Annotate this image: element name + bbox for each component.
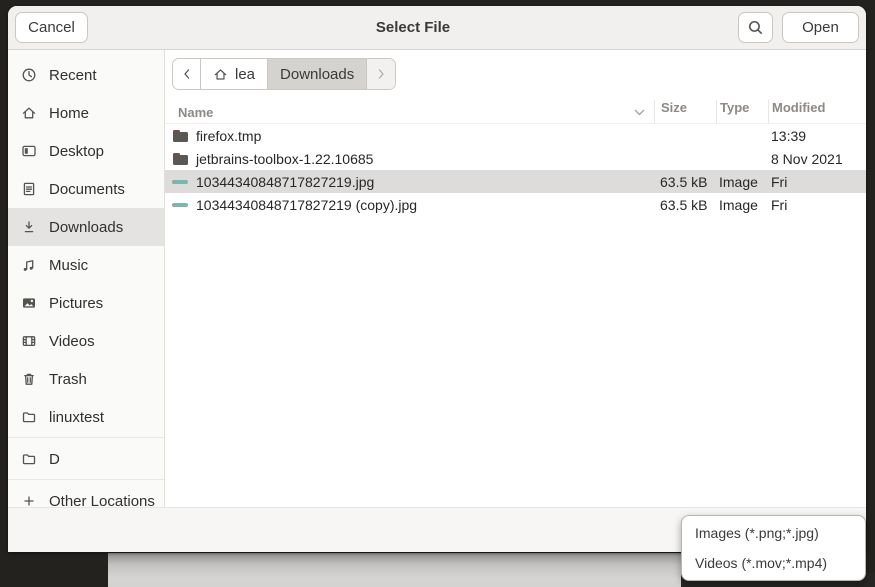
table-row[interactable]: jetbrains-toolbox-1.22.10685 8 Nov 2021 [165,147,866,170]
filter-option-images[interactable]: Images (*.png;*.jpg) [682,518,865,548]
file-size: 63.5 kB [654,197,716,213]
path-bar: lea Downloads [172,58,396,90]
sidebar-item-label: linuxtest [49,409,104,426]
places-sidebar: Recent Home Desktop [8,50,165,507]
document-icon [21,181,37,197]
home-icon [21,105,37,121]
breadcrumb-home-label: lea [235,66,255,83]
sidebar-item-label: D [49,451,60,468]
plus-icon [21,493,37,507]
file-name: 10344340848717827219.jpg [196,174,374,190]
sidebar-separator [8,479,164,480]
file-modified: Fri [768,197,866,213]
image-thumbnail-icon [172,175,189,189]
sidebar-item-linuxtest[interactable]: linuxtest [8,398,164,436]
file-area: lea Downloads Name [165,50,866,507]
open-button[interactable]: Open [782,12,859,43]
breadcrumb-current[interactable]: Downloads [268,59,367,89]
sidebar-item-d-folder[interactable]: D [8,440,164,478]
trash-icon [21,371,37,387]
sidebar-separator [8,437,164,438]
sidebar-item-label: Documents [49,181,125,198]
sidebar-item-label: Other Locations [49,493,155,508]
table-row[interactable]: 10344340848717827219 (copy).jpg 63.5 kB … [165,193,866,216]
file-modified: 8 Nov 2021 [768,151,866,167]
breadcrumb-home[interactable]: lea [201,59,268,89]
folder-icon [172,129,189,143]
file-name: firefox.tmp [196,128,261,144]
file-modified: 13:39 [768,128,866,144]
file-type: Image [716,197,768,213]
sidebar-item-label: Home [49,105,89,122]
sidebar-item-label: Pictures [49,295,103,312]
sidebar-item-recent[interactable]: Recent [8,56,164,94]
chevron-down-icon[interactable] [634,109,645,116]
clock-icon [21,67,37,83]
sidebar-item-label: Downloads [49,219,123,236]
search-icon [747,19,764,36]
sidebar-item-label: Recent [49,67,97,84]
file-filter-popup: Images (*.png;*.jpg) Videos (*.mov;*.mp4… [681,515,866,581]
sidebar-item-other-locations[interactable]: Other Locations [8,482,164,507]
back-button[interactable] [173,59,201,89]
sidebar-item-pictures[interactable]: Pictures [8,284,164,322]
sidebar-item-videos[interactable]: Videos [8,322,164,360]
sidebar-item-music[interactable]: Music [8,246,164,284]
music-note-icon [21,257,37,273]
folder-icon [172,152,189,166]
home-icon [213,67,228,82]
sidebar-item-label: Music [49,257,88,274]
folder-icon [21,451,37,467]
download-icon [21,219,37,235]
picture-icon [21,295,37,311]
file-type: Image [716,174,768,190]
cancel-button[interactable]: Cancel [15,12,88,43]
sidebar-item-trash[interactable]: Trash [8,360,164,398]
filter-option-videos[interactable]: Videos (*.mov;*.mp4) [682,548,865,578]
table-row[interactable]: firefox.tmp 13:39 [165,124,866,147]
file-modified: Fri [768,174,866,190]
folder-icon [21,409,37,425]
column-header-type[interactable]: Type [716,100,768,124]
file-chooser-dialog: Cancel Select File Open Recent [8,6,866,552]
image-thumbnail-icon [172,198,189,212]
desktop-icon [21,143,37,159]
sidebar-item-documents[interactable]: Documents [8,170,164,208]
headerbar: Cancel Select File Open [8,6,866,50]
file-name: 10344340848717827219 (copy).jpg [196,197,417,213]
file-name: jetbrains-toolbox-1.22.10685 [196,151,373,167]
sidebar-item-home[interactable]: Home [8,94,164,132]
forward-button[interactable] [367,59,395,89]
table-row-selected[interactable]: 10344340848717827219.jpg 63.5 kB Image F… [165,170,866,193]
search-button[interactable] [738,12,773,43]
sidebar-item-desktop[interactable]: Desktop [8,132,164,170]
screen: Cancel Select File Open Recent [0,0,875,587]
film-icon [21,333,37,349]
chevron-left-icon [181,68,193,80]
chevron-right-icon [375,68,387,80]
file-list: Name Size Type Modified [165,100,866,216]
sidebar-item-downloads[interactable]: Downloads [8,208,164,246]
sidebar-item-label: Videos [49,333,95,350]
column-header-size[interactable]: Size [654,100,716,124]
list-header: Name Size Type Modified [165,100,866,124]
column-header-modified[interactable]: Modified [768,100,866,124]
sidebar-item-label: Trash [49,371,87,388]
sidebar-item-label: Desktop [49,143,104,160]
dialog-content: Recent Home Desktop [8,50,866,507]
column-header-name[interactable]: Name [165,105,654,120]
dialog-title: Select File [88,19,738,36]
file-size: 63.5 kB [654,174,716,190]
